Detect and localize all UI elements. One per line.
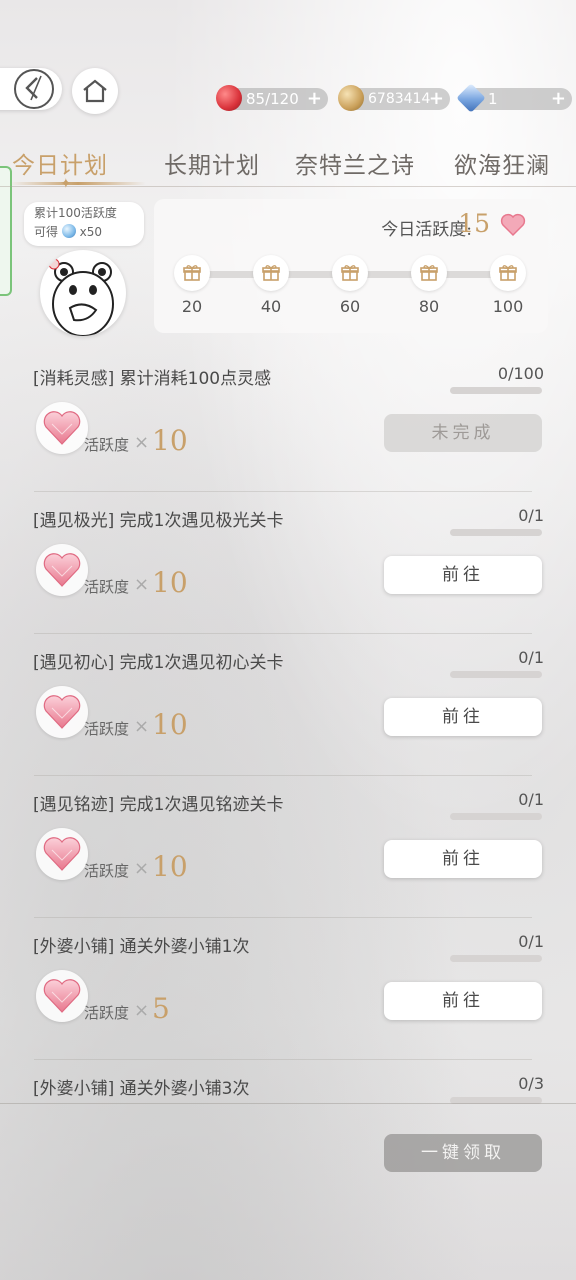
task-row: [外婆小铺] 通关外婆小铺1次 0/1 活跃度 × 5 前往 bbox=[0, 918, 576, 1060]
task-progress: 0/3 bbox=[518, 1074, 544, 1093]
task-progress-bar bbox=[450, 955, 542, 962]
reward-value: 10 bbox=[152, 850, 188, 883]
bubble-line-2: 可得 x50 bbox=[34, 224, 103, 239]
heart-reward-icon bbox=[36, 402, 88, 454]
mascot-avatar[interactable] bbox=[40, 250, 126, 336]
tab-today-plan[interactable]: 今日计划 bbox=[12, 146, 108, 180]
go-button[interactable]: 前往 bbox=[384, 840, 542, 878]
claim-all-button[interactable]: 一键领取 bbox=[384, 1134, 542, 1172]
task-list[interactable]: [消耗灵感] 累计消耗100点灵感 0/100 活跃度 × 10 未完成 [遇见极光] 完成… bbox=[0, 350, 576, 1104]
task-progress: 0/1 bbox=[518, 648, 544, 667]
heart-icon bbox=[500, 213, 526, 237]
milestone-gift-20[interactable] bbox=[174, 255, 210, 291]
task-progress: 0/100 bbox=[497, 364, 544, 383]
task-title: [遇见初心] 完成1次遇见初心关卡 bbox=[33, 653, 284, 673]
tab-naitelan-poem[interactable]: 奈特兰之诗 bbox=[295, 146, 415, 180]
diamond-add-button[interactable]: + bbox=[551, 88, 566, 110]
task-row: [遇见初心] 完成1次遇见初心关卡 0/1 活跃度 × 10 前往 bbox=[0, 634, 576, 776]
reward-tip-bubble: 累计100活跃度 可得 x50 bbox=[24, 202, 144, 246]
activity-panel: 今日活跃度: 15 20 40 60 80 100 bbox=[154, 199, 548, 333]
coin-resource[interactable]: 6783414 + bbox=[338, 85, 450, 111]
heart-reward-icon bbox=[36, 686, 88, 738]
reward-multiplier: × bbox=[134, 574, 150, 595]
apple-icon bbox=[216, 85, 242, 111]
apple-resource[interactable]: 85/120 + bbox=[216, 85, 328, 111]
task-progress-bar bbox=[450, 813, 542, 820]
task-progress: 0/1 bbox=[518, 932, 544, 951]
heart-reward-icon bbox=[36, 970, 88, 1022]
apple-value: 85/120 bbox=[246, 90, 299, 108]
gift-icon bbox=[420, 264, 438, 286]
task-title: [外婆小铺] 通关外婆小铺3次 bbox=[33, 1079, 250, 1099]
reward-value: 10 bbox=[152, 566, 188, 599]
go-button[interactable]: 前往 bbox=[384, 556, 542, 594]
home-button[interactable] bbox=[72, 68, 118, 114]
reward-multiplier: × bbox=[134, 858, 150, 879]
back-button[interactable] bbox=[0, 68, 62, 110]
task-progress: 0/1 bbox=[518, 506, 544, 525]
diamond-icon bbox=[456, 83, 486, 113]
task-title: [外婆小铺] 通关外婆小铺1次 bbox=[33, 937, 250, 957]
tab-long-term-plan[interactable]: 长期计划 bbox=[164, 146, 260, 180]
milestone-gift-100[interactable] bbox=[490, 255, 526, 291]
bear-mascot-icon bbox=[48, 258, 114, 336]
task-title: [消耗灵感] 累计消耗100点灵感 bbox=[33, 369, 272, 389]
reward-multiplier: × bbox=[134, 432, 150, 453]
tab-yuhai-kuanglan[interactable]: 欲海狂澜 bbox=[454, 146, 550, 180]
reward-label: 活跃度 bbox=[84, 720, 130, 738]
go-button[interactable]: 前往 bbox=[384, 698, 542, 736]
reward-multiplier: × bbox=[134, 716, 150, 737]
reward-label: 活跃度 bbox=[84, 862, 130, 880]
diamond-value: 1 bbox=[488, 90, 498, 108]
task-row: [遇见极光] 完成1次遇见极光关卡 0/1 活跃度 × 10 前往 bbox=[0, 492, 576, 634]
back-arrow-icon bbox=[14, 69, 54, 109]
incomplete-button[interactable]: 未完成 bbox=[384, 414, 542, 452]
apple-add-button[interactable]: + bbox=[307, 88, 322, 110]
active-tab-indicator bbox=[10, 182, 146, 185]
task-progress-bar bbox=[450, 671, 542, 678]
reward-label: 活跃度 bbox=[84, 578, 130, 596]
reward-multiplier: × bbox=[134, 1000, 150, 1021]
milestone-gift-40[interactable] bbox=[253, 255, 289, 291]
tab-bar: 今日计划 长期计划 奈特兰之诗 欲海狂澜 bbox=[0, 146, 576, 187]
gift-icon bbox=[262, 264, 280, 286]
activity-value: 15 bbox=[458, 209, 490, 238]
task-progress: 0/1 bbox=[518, 790, 544, 809]
sparkle-icon: ✦ bbox=[60, 176, 72, 192]
diamond-resource[interactable]: 1 + bbox=[456, 83, 572, 113]
milestone-label: 40 bbox=[260, 297, 282, 316]
coin-value: 6783414 bbox=[368, 91, 431, 107]
heart-reward-icon bbox=[36, 828, 88, 880]
coin-icon bbox=[338, 85, 364, 111]
task-row: [消耗灵感] 累计消耗100点灵感 0/100 活跃度 × 10 未完成 bbox=[0, 350, 576, 492]
milestone-label: 60 bbox=[339, 297, 361, 316]
reward-value: 5 bbox=[152, 992, 170, 1025]
divider bbox=[0, 1103, 576, 1104]
task-title: [遇见极光] 完成1次遇见极光关卡 bbox=[33, 511, 284, 531]
milestone-gift-80[interactable] bbox=[411, 255, 447, 291]
task-progress-bar bbox=[450, 387, 542, 394]
go-button[interactable]: 前往 bbox=[384, 982, 542, 1020]
heart-reward-icon bbox=[36, 544, 88, 596]
gift-icon bbox=[341, 264, 359, 286]
task-progress-bar bbox=[450, 529, 542, 536]
gift-icon bbox=[183, 264, 201, 286]
task-title: [遇见铭迹] 完成1次遇见铭迹关卡 bbox=[33, 795, 284, 815]
bubble-line-1: 累计100活跃度 bbox=[34, 206, 117, 220]
reward-label: 活跃度 bbox=[84, 1004, 130, 1022]
gift-icon bbox=[499, 264, 517, 286]
milestone-label: 20 bbox=[181, 297, 203, 316]
milestone-label: 80 bbox=[418, 297, 440, 316]
reward-label: 活跃度 bbox=[84, 436, 130, 454]
milestone-label: 100 bbox=[492, 297, 524, 316]
task-row: [外婆小铺] 通关外婆小铺3次0/3活跃度×5前往 bbox=[0, 1060, 576, 1104]
milestone-gift-60[interactable] bbox=[332, 255, 368, 291]
reward-value: 10 bbox=[152, 424, 188, 457]
task-row: [遇见铭迹] 完成1次遇见铭迹关卡 0/1 活跃度 × 10 前往 bbox=[0, 776, 576, 918]
gem-icon bbox=[61, 224, 76, 238]
coin-add-button[interactable]: + bbox=[429, 88, 444, 110]
home-icon bbox=[83, 79, 107, 103]
reward-value: 10 bbox=[152, 708, 188, 741]
